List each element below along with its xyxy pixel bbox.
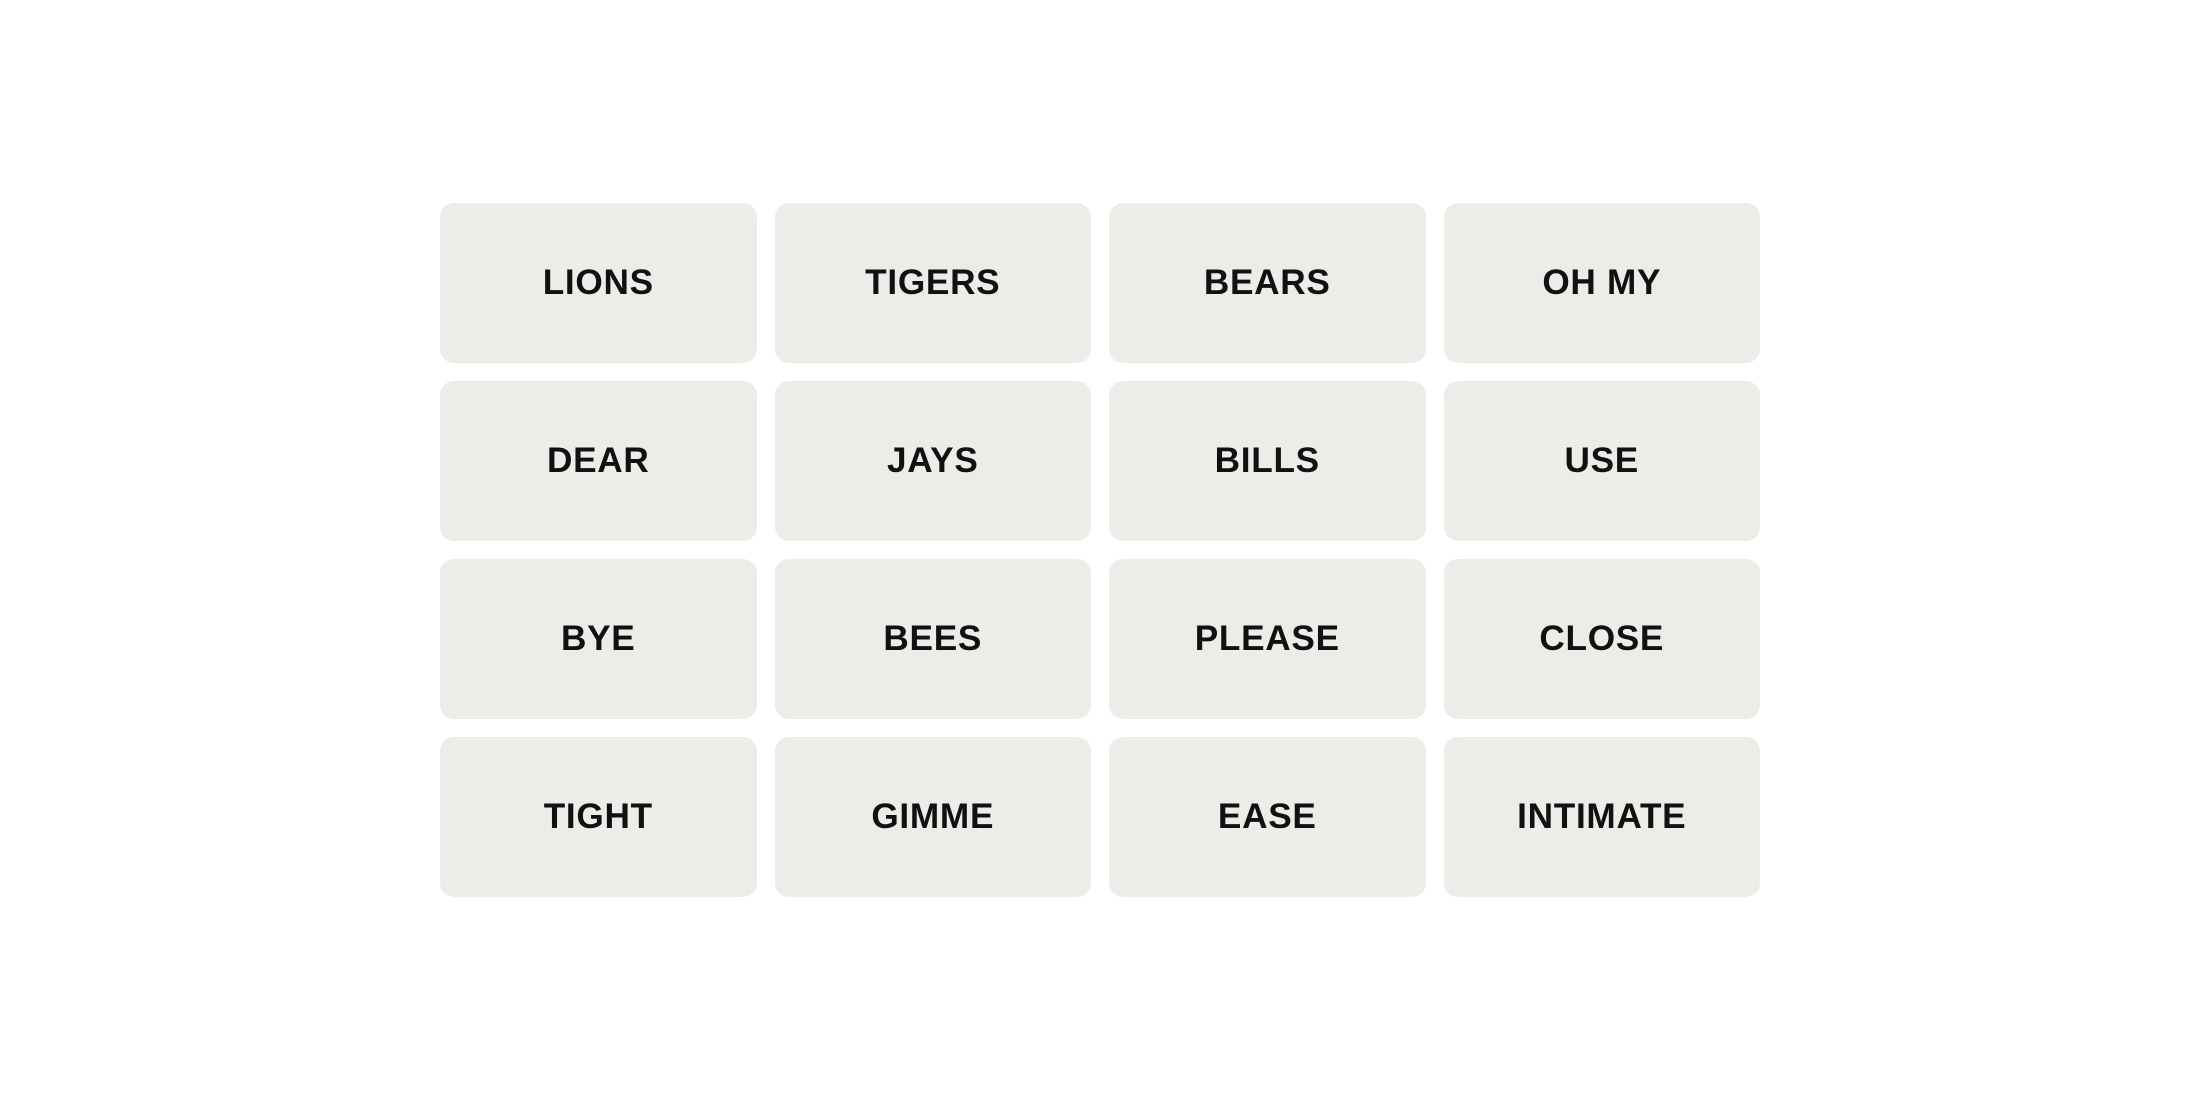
grid-item-bye[interactable]: BYE [440,559,757,719]
grid-item-close[interactable]: CLOSE [1444,559,1761,719]
grid-item-please[interactable]: PLEASE [1109,559,1426,719]
grid-label-tigers: TIGERS [865,263,1000,303]
grid-label-bye: BYE [561,619,635,659]
grid-label-oh-my: OH MY [1542,263,1661,303]
grid-label-bees: BEES [883,619,982,659]
grid-label-close: CLOSE [1539,619,1664,659]
grid-item-use[interactable]: USE [1444,381,1761,541]
grid-label-ease: EASE [1218,797,1317,837]
grid-label-bears: BEARS [1204,263,1331,303]
grid-label-lions: LIONS [543,263,654,303]
grid-label-dear: DEAR [547,441,650,481]
grid-item-bears[interactable]: BEARS [1109,203,1426,363]
grid-item-lions[interactable]: LIONS [440,203,757,363]
grid-item-jays[interactable]: JAYS [775,381,1092,541]
grid-item-ease[interactable]: EASE [1109,737,1426,897]
grid-label-intimate: INTIMATE [1517,797,1686,837]
grid-item-bills[interactable]: BILLS [1109,381,1426,541]
grid-label-gimme: GIMME [871,797,994,837]
grid-item-tight[interactable]: TIGHT [440,737,757,897]
grid-label-bills: BILLS [1215,441,1320,481]
grid-item-intimate[interactable]: INTIMATE [1444,737,1761,897]
grid-item-gimme[interactable]: GIMME [775,737,1092,897]
grid-label-use: USE [1565,441,1639,481]
grid-item-dear[interactable]: DEAR [440,381,757,541]
word-grid: LIONS TIGERS BEARS OH MY DEAR JAYS BILLS USE BYE… [400,163,1800,937]
grid-label-please: PLEASE [1195,619,1340,659]
grid-item-tigers[interactable]: TIGERS [775,203,1092,363]
grid-item-bees[interactable]: BEES [775,559,1092,719]
grid-item-oh-my[interactable]: OH MY [1444,203,1761,363]
grid-label-jays: JAYS [887,441,979,481]
grid-label-tight: TIGHT [544,797,653,837]
